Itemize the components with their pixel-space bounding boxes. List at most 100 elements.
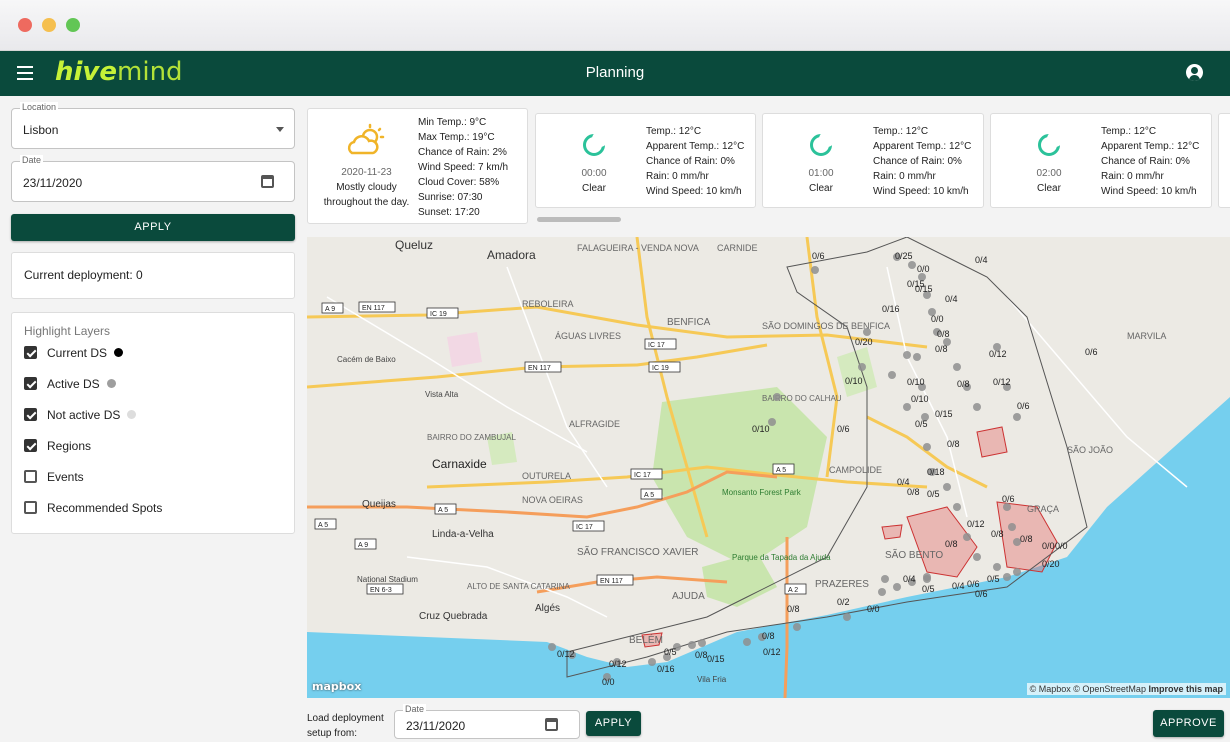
current-deployment-card: Current deployment: 0 xyxy=(11,252,295,299)
station-dot[interactable] xyxy=(793,623,801,631)
layer-active-ds[interactable]: Active DS xyxy=(24,374,284,394)
station-dot[interactable] xyxy=(993,563,1001,571)
station-count-label: 0/10 xyxy=(845,376,863,386)
station-count-label: 0/8 xyxy=(991,529,1004,539)
calendar-icon[interactable] xyxy=(545,718,558,731)
place-label: Vista Alta xyxy=(425,390,459,399)
station-dot[interactable] xyxy=(1013,568,1021,576)
calendar-icon[interactable] xyxy=(261,175,274,188)
station-dot[interactable] xyxy=(843,613,851,621)
load-apply-button[interactable]: APPLY xyxy=(586,711,641,736)
station-count-label: 0/25 xyxy=(895,251,913,261)
station-dot[interactable] xyxy=(903,351,911,359)
date-field[interactable]: Date 23/11/2020 xyxy=(11,155,295,202)
station-dot[interactable] xyxy=(881,575,889,583)
map-canvas[interactable]: Queluz Amadora FALAGUEIRA - VENDA NOVA CARN… xyxy=(307,237,1230,698)
station-dot[interactable] xyxy=(548,643,556,651)
apply-button[interactable]: APPLY xyxy=(11,214,295,241)
station-dot[interactable] xyxy=(1008,523,1016,531)
minimize-window-button[interactable] xyxy=(42,18,56,32)
checkbox[interactable] xyxy=(24,470,37,483)
station-dot[interactable] xyxy=(1013,413,1021,421)
layer-regions[interactable]: Regions xyxy=(24,436,284,456)
hour-condition: Clear xyxy=(1037,183,1061,194)
account-icon[interactable] xyxy=(1186,64,1203,81)
station-dot[interactable] xyxy=(923,443,931,451)
station-count-label: 0/4 xyxy=(897,477,910,487)
station-dot[interactable] xyxy=(1003,503,1011,511)
approve-button[interactable]: APPROVE xyxy=(1153,710,1224,737)
layer-events[interactable]: Events xyxy=(24,467,284,487)
place-label: Parque da Tapada da Ajuda xyxy=(732,553,831,562)
close-window-button[interactable] xyxy=(18,18,32,32)
checkbox[interactable] xyxy=(24,377,37,390)
station-count-label: 0/10 xyxy=(752,424,770,434)
station-dot[interactable] xyxy=(923,575,931,583)
station-dot[interactable] xyxy=(973,553,981,561)
station-dot[interactable] xyxy=(888,371,896,379)
station-dot[interactable] xyxy=(878,588,886,596)
station-dot[interactable] xyxy=(863,328,871,336)
road-label: EN 117 xyxy=(600,578,623,585)
layer-current-ds[interactable]: Current DS xyxy=(24,343,284,363)
legend-dot xyxy=(127,410,137,419)
weather-scrollbar[interactable] xyxy=(537,217,621,222)
hour-details: Temp.: 12°C Apparent Temp.: 12°C Chance … xyxy=(1101,124,1199,199)
current-deployment-text: Current deployment: 0 xyxy=(24,268,143,282)
station-dot[interactable] xyxy=(903,403,911,411)
station-dot[interactable] xyxy=(913,353,921,361)
place-label: AJUDA xyxy=(672,591,705,602)
station-dot[interactable] xyxy=(858,363,866,371)
map-view[interactable]: Queluz Amadora FALAGUEIRA - VENDA NOVA CARN… xyxy=(307,237,1230,698)
map-attribution: © Mapbox © OpenStreetMap Improve this ma… xyxy=(1026,683,1226,695)
station-dot[interactable] xyxy=(973,403,981,411)
date-label: Date xyxy=(403,704,427,714)
legend-dot xyxy=(114,348,124,357)
station-dot[interactable] xyxy=(953,503,961,511)
improve-map-link[interactable]: Improve this map xyxy=(1148,684,1223,694)
station-dot[interactable] xyxy=(688,641,696,649)
place-label: Cacém de Baixo xyxy=(337,355,396,364)
hourly-weather-card-partial xyxy=(1218,113,1230,208)
hour-time: 02:00 xyxy=(1036,168,1062,179)
station-dot[interactable] xyxy=(953,363,961,371)
station-dot[interactable] xyxy=(893,583,901,591)
load-date-field[interactable]: Date 23/11/2020 xyxy=(394,704,580,739)
station-count-label: 0/6 xyxy=(967,579,980,589)
station-dot[interactable] xyxy=(811,266,819,274)
window-titlebar xyxy=(0,0,1230,51)
station-dot[interactable] xyxy=(943,483,951,491)
layer-recommended-spots[interactable]: Recommended Spots xyxy=(24,498,284,518)
attribution-text: © Mapbox © OpenStreetMap xyxy=(1029,684,1146,694)
weather-line: Chance of Rain: 2% xyxy=(418,147,507,158)
load-label-line: setup from: xyxy=(307,728,358,739)
place-label: Amadora xyxy=(487,248,536,262)
station-dot[interactable] xyxy=(773,393,781,401)
layer-not-active-ds[interactable]: Not active DS xyxy=(24,405,284,425)
mapbox-logo[interactable]: mapbox xyxy=(312,680,361,693)
station-dot[interactable] xyxy=(648,658,656,666)
road-label: A 5 xyxy=(318,522,328,529)
station-dot[interactable] xyxy=(743,638,751,646)
weather-line: Wind Speed: 10 km/h xyxy=(1101,186,1197,197)
station-dot[interactable] xyxy=(963,533,971,541)
road-label: A 5 xyxy=(776,467,786,474)
date-value: 23/11/2020 xyxy=(406,719,466,733)
place-label: Linda-a-Velha xyxy=(432,529,494,540)
station-dot[interactable] xyxy=(908,261,916,269)
region xyxy=(881,524,903,540)
road-label: IC 19 xyxy=(652,365,669,372)
weather-line: Sunrise: 07:30 xyxy=(418,192,483,203)
maximize-window-button[interactable] xyxy=(66,18,80,32)
station-dot[interactable] xyxy=(1003,573,1011,581)
layer-label: Recommended Spots xyxy=(47,501,163,515)
location-select[interactable]: Location Lisbon xyxy=(11,102,295,149)
checkbox[interactable] xyxy=(24,408,37,421)
highlight-layers-card: Highlight Layers Current DS Active DS No… xyxy=(11,312,295,534)
checkbox[interactable] xyxy=(24,439,37,452)
station-dot[interactable] xyxy=(698,639,706,647)
checkbox[interactable] xyxy=(24,501,37,514)
weather-line: Min Temp.: 9°C xyxy=(418,117,487,128)
weather-line: Temp.: 12°C xyxy=(1101,126,1157,137)
checkbox[interactable] xyxy=(24,346,37,359)
